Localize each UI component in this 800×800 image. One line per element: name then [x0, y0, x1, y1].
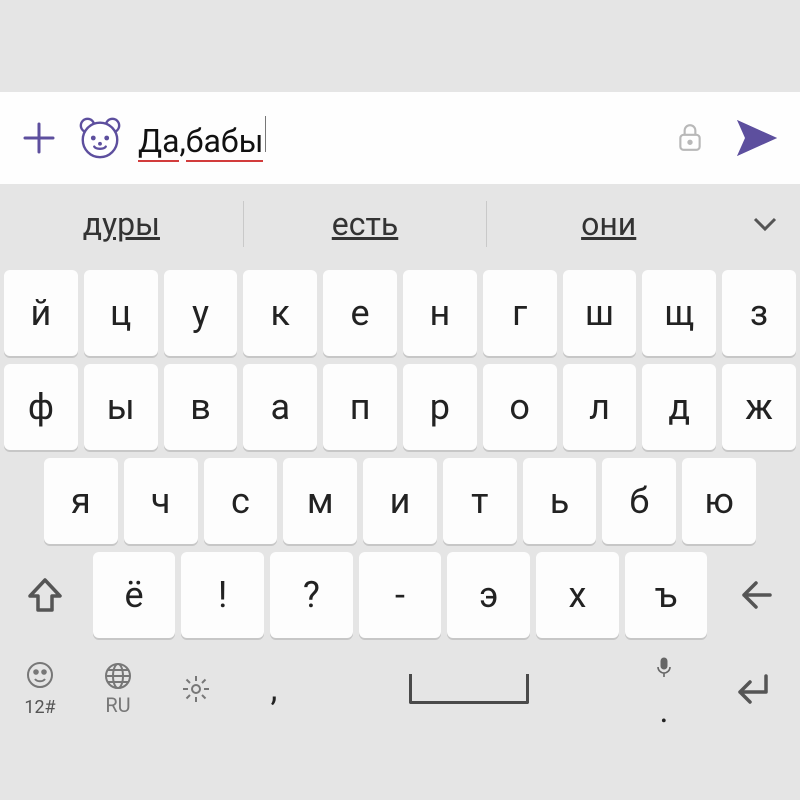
- status-bar: [0, 0, 800, 92]
- symbols-label: 12#: [24, 697, 55, 718]
- space-key[interactable]: [316, 646, 622, 732]
- chevron-down-icon: [749, 208, 781, 240]
- collapse-suggestions-button[interactable]: [730, 208, 800, 240]
- gear-icon: [181, 674, 211, 704]
- key-row-3: я ч с м и т ь б ю: [4, 458, 796, 544]
- emoji-icon: [25, 660, 55, 690]
- key-letter[interactable]: !: [181, 552, 264, 638]
- key-letter[interactable]: с: [204, 458, 278, 544]
- key-letter[interactable]: я: [44, 458, 118, 544]
- shift-icon: [24, 574, 66, 616]
- key-letter[interactable]: ц: [84, 270, 158, 356]
- attach-button[interactable]: [16, 115, 62, 161]
- key-letter[interactable]: э: [447, 552, 530, 638]
- key-row-1: й ц у к е н г ш щ з: [4, 270, 796, 356]
- suggestion-1[interactable]: дуры: [0, 184, 243, 264]
- key-letter[interactable]: м: [283, 458, 357, 544]
- message-input[interactable]: Да, бабы: [138, 114, 656, 162]
- send-button[interactable]: [730, 111, 784, 165]
- backspace-key[interactable]: [713, 552, 796, 638]
- key-row-4: ё ! ? - э х ъ: [4, 552, 796, 638]
- key-letter[interactable]: з: [722, 270, 796, 356]
- key-letter[interactable]: ф: [4, 364, 78, 450]
- comma-key[interactable]: ,: [238, 646, 310, 732]
- key-row-2: ф ы в а п р о л д ж: [4, 364, 796, 450]
- key-letter[interactable]: е: [323, 270, 397, 356]
- lock-icon-button[interactable]: [670, 118, 710, 158]
- input-word-1: Да: [138, 122, 179, 160]
- key-letter[interactable]: ч: [124, 458, 198, 544]
- key-letter[interactable]: к: [243, 270, 317, 356]
- key-letter[interactable]: ш: [563, 270, 637, 356]
- lock-icon: [677, 123, 703, 153]
- key-row-5: 12# RU , .: [4, 646, 796, 732]
- mic-icon: [653, 656, 675, 678]
- key-letter[interactable]: ю: [682, 458, 756, 544]
- key-letter[interactable]: а: [243, 364, 317, 450]
- key-letter[interactable]: щ: [642, 270, 716, 356]
- input-word-2: бабы: [186, 122, 264, 160]
- key-letter[interactable]: ь: [523, 458, 597, 544]
- key-letter[interactable]: н: [403, 270, 477, 356]
- key-letter[interactable]: ж: [722, 364, 796, 450]
- plus-icon: [19, 118, 59, 158]
- key-letter[interactable]: л: [563, 364, 637, 450]
- enter-icon: [726, 664, 776, 714]
- period-label: .: [660, 691, 669, 731]
- bear-icon: [77, 115, 123, 161]
- language-key[interactable]: RU: [82, 646, 154, 732]
- shift-key[interactable]: [4, 552, 87, 638]
- key-letter[interactable]: р: [403, 364, 477, 450]
- symbols-key[interactable]: 12#: [4, 646, 76, 732]
- key-letter[interactable]: -: [359, 552, 442, 638]
- key-letter[interactable]: д: [642, 364, 716, 450]
- send-icon: [733, 114, 781, 162]
- key-letter[interactable]: г: [483, 270, 557, 356]
- suggestion-bar: дуры есть они: [0, 184, 800, 264]
- enter-key[interactable]: [706, 646, 796, 732]
- key-letter[interactable]: х: [536, 552, 619, 638]
- key-letter[interactable]: т: [443, 458, 517, 544]
- key-letter[interactable]: ?: [270, 552, 353, 638]
- key-letter[interactable]: й: [4, 270, 78, 356]
- keyboard: й ц у к е н г ш щ з ф ы в а п р о л д ж …: [0, 264, 800, 800]
- suggestion-3[interactable]: они: [487, 184, 730, 264]
- settings-key[interactable]: [160, 646, 232, 732]
- backspace-icon: [734, 574, 776, 616]
- key-letter[interactable]: б: [602, 458, 676, 544]
- key-letter[interactable]: у: [164, 270, 238, 356]
- sticker-button[interactable]: [76, 114, 124, 162]
- text-caret: [265, 116, 266, 152]
- period-key[interactable]: .: [628, 646, 700, 732]
- space-icon: [409, 674, 529, 704]
- key-letter[interactable]: ы: [84, 364, 158, 450]
- key-letter[interactable]: п: [323, 364, 397, 450]
- message-composer: Да, бабы: [0, 92, 800, 184]
- suggestion-2[interactable]: есть: [244, 184, 487, 264]
- key-letter[interactable]: ъ: [625, 552, 708, 638]
- globe-icon: [103, 661, 133, 691]
- key-letter[interactable]: и: [363, 458, 437, 544]
- key-letter[interactable]: о: [483, 364, 557, 450]
- key-letter[interactable]: в: [164, 364, 238, 450]
- message-text: Да, бабы: [138, 116, 266, 160]
- key-letter[interactable]: ё: [93, 552, 176, 638]
- language-label: RU: [105, 693, 130, 717]
